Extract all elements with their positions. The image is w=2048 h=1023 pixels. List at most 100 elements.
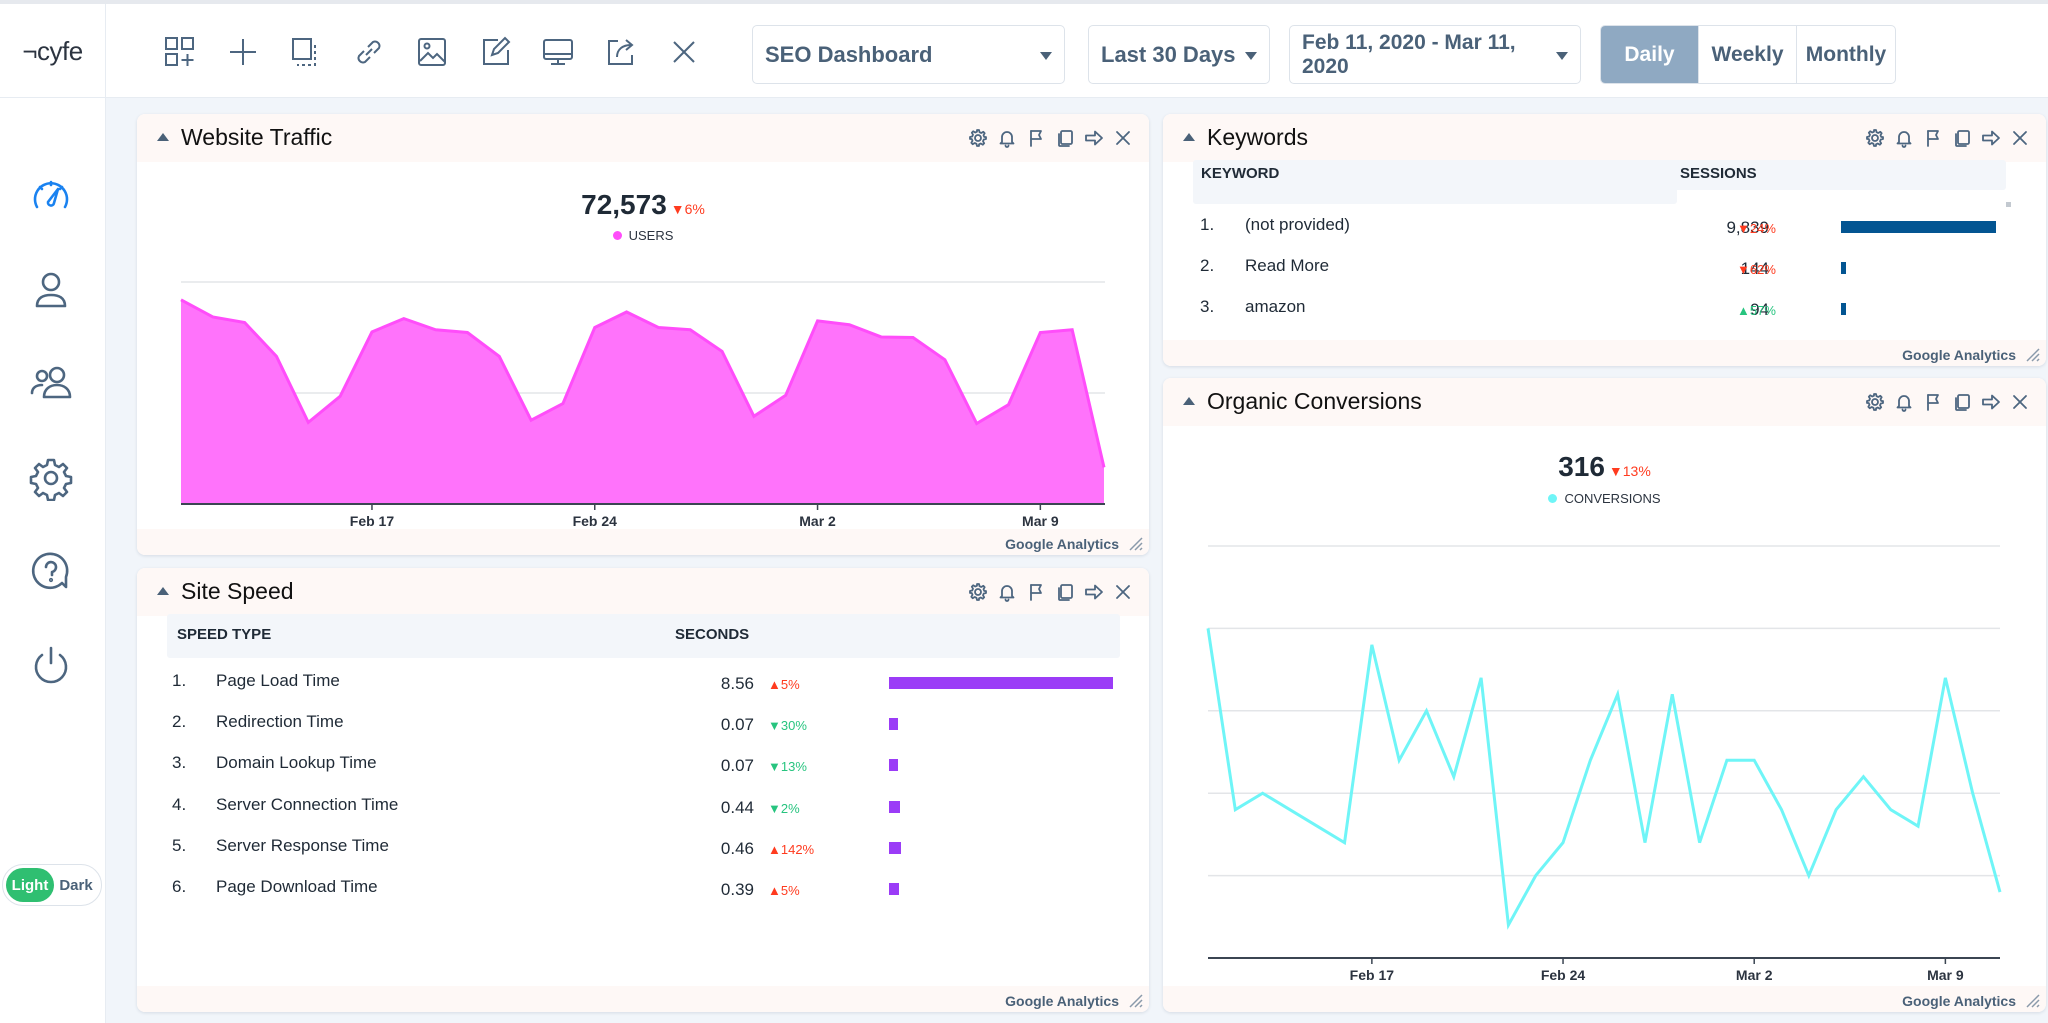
user-icon[interactable] xyxy=(24,263,78,317)
bell-icon[interactable] xyxy=(1892,126,1916,150)
export-icon[interactable] xyxy=(589,30,652,74)
row-value: 0.39 xyxy=(720,880,754,899)
copy-icon[interactable] xyxy=(1950,126,1974,150)
widget-footer: Google Analytics xyxy=(137,986,1149,1012)
resize-handle-icon[interactable] xyxy=(2024,992,2040,1008)
row-index: 3. xyxy=(172,753,187,773)
column-header-speed-type[interactable]: SPEED TYPE xyxy=(177,626,271,643)
collapse-icon[interactable] xyxy=(1183,133,1195,141)
flag-icon[interactable] xyxy=(1921,126,1945,150)
image-icon[interactable] xyxy=(400,30,463,74)
table-row[interactable]: 4. Server Connection Time 0.44 ▼2% xyxy=(137,795,1149,835)
flag-icon[interactable] xyxy=(1024,580,1048,604)
table-row[interactable]: 2. Redirection Time 0.07 ▼30% xyxy=(137,712,1149,752)
row-bar xyxy=(889,759,898,772)
resize-handle-icon[interactable] xyxy=(1127,535,1143,551)
x-tick-label: Mar 9 xyxy=(1927,967,1964,983)
close-icon[interactable] xyxy=(2008,126,2032,150)
row-name: Page Load Time xyxy=(216,671,340,690)
dashboard-gauge-icon[interactable] xyxy=(24,170,78,224)
x-tick-label: Mar 9 xyxy=(1022,513,1059,529)
cyfe-logo[interactable]: ¬cyfe xyxy=(0,4,106,98)
top-bar: ¬cyfe SEO Dashboard Last 30 Days Feb 11,… xyxy=(0,0,2048,98)
row-change: ▲5% xyxy=(768,677,800,692)
table-row[interactable]: 3. amazon 94 ▲57% xyxy=(1163,297,2046,337)
table-row[interactable]: 6. Page Download Time 0.39 ▲5% xyxy=(137,877,1149,917)
link-icon[interactable] xyxy=(337,30,400,74)
date-picker-value: Feb 11, 2020 - Mar 11, 2020 xyxy=(1302,30,1516,78)
widget-header: Site Speed xyxy=(137,568,1149,616)
table-row[interactable]: 2. Read More 144 ▼62% xyxy=(1163,256,2046,296)
row-index: 2. xyxy=(172,712,187,732)
row-bar xyxy=(1841,303,1846,315)
column-header-keyword[interactable]: KEYWORD xyxy=(1201,165,1279,182)
collapse-icon[interactable] xyxy=(157,587,169,595)
bell-icon[interactable] xyxy=(995,580,1019,604)
row-change: ▲57% xyxy=(1737,303,1776,318)
column-header-seconds[interactable]: SECONDS xyxy=(675,626,749,643)
row-bar xyxy=(889,883,900,895)
row-name: amazon xyxy=(1245,297,1306,316)
traffic-area-chart: Feb 17 Feb 24 Mar 2 Mar 9 xyxy=(180,281,1106,529)
add-widget-icon[interactable] xyxy=(148,30,211,74)
resize-handle-icon[interactable] xyxy=(1127,992,1143,1008)
x-tick-label: Mar 2 xyxy=(799,513,836,529)
date-range-select[interactable]: Last 30 Days xyxy=(1088,25,1270,84)
daily-button[interactable]: Daily xyxy=(1601,26,1699,83)
close-icon[interactable] xyxy=(1111,580,1135,604)
table-row[interactable]: 1. Page Load Time 8.56 ▲5% xyxy=(137,671,1149,711)
power-icon[interactable] xyxy=(24,639,78,693)
settings-gear-icon[interactable] xyxy=(966,580,990,604)
weekly-button[interactable]: Weekly xyxy=(1699,26,1797,83)
help-chat-icon[interactable] xyxy=(24,545,78,599)
resize-handle-icon[interactable] xyxy=(2024,346,2040,362)
row-bar xyxy=(889,841,902,854)
plus-icon[interactable] xyxy=(211,30,274,74)
users-icon[interactable] xyxy=(24,357,78,411)
data-source-label[interactable]: Google Analytics xyxy=(1902,347,2016,363)
row-name: Server Response Time xyxy=(216,835,389,855)
row-name: (not provided) xyxy=(1245,215,1350,234)
data-source-label[interactable]: Google Analytics xyxy=(1005,536,1119,552)
copy-icon[interactable] xyxy=(1053,580,1077,604)
table-row[interactable]: 5. Server Response Time 0.46 ▲142% xyxy=(137,836,1149,876)
row-index: 3. xyxy=(1200,297,1215,316)
data-source-label[interactable]: Google Analytics xyxy=(1902,993,2016,1009)
monthly-button[interactable]: Monthly xyxy=(1797,26,1895,83)
chevron-down-icon xyxy=(1040,52,1052,60)
row-bar xyxy=(889,800,901,813)
row-name: Server Connection Time xyxy=(216,794,399,814)
date-picker[interactable]: Feb 11, 2020 - Mar 11, 2020 xyxy=(1289,25,1581,84)
row-value: 0.44 xyxy=(720,797,754,817)
row-name: Read More xyxy=(1245,256,1330,275)
row-change: ▼62% xyxy=(1737,262,1776,277)
row-index: 1. xyxy=(1200,215,1215,234)
table-header: SPEED TYPE SECONDS xyxy=(167,614,1120,658)
dark-theme-button[interactable]: Dark xyxy=(54,868,98,902)
dashboard-select[interactable]: SEO Dashboard xyxy=(752,25,1065,84)
website-traffic-widget: Website Traffic 72,573 ▼6% USERS Feb 17 Fe… xyxy=(137,114,1149,555)
move-arrow-icon[interactable] xyxy=(1082,580,1106,604)
column-header-sessions[interactable]: SESSIONS xyxy=(1680,165,1757,182)
widget-footer: Google Analytics xyxy=(1163,986,2046,1012)
edit-icon[interactable] xyxy=(463,30,526,74)
date-range-value: Last 30 Days xyxy=(1101,41,1236,67)
x-tick-label: Feb 17 xyxy=(1350,967,1395,983)
series-line xyxy=(1206,628,2002,930)
widget-actions xyxy=(966,580,1135,604)
row-change: ▼24% xyxy=(1737,221,1776,236)
gear-icon[interactable] xyxy=(24,451,78,505)
row-bar xyxy=(889,677,1113,689)
clone-dashboard-icon[interactable] xyxy=(274,30,337,74)
close-icon[interactable] xyxy=(652,30,715,74)
light-theme-button[interactable]: Light xyxy=(6,868,54,902)
scrollbar-thumb[interactable] xyxy=(2006,202,2011,207)
row-index: 2. xyxy=(1200,256,1215,275)
row-change: ▼13% xyxy=(768,759,807,775)
settings-gear-icon[interactable] xyxy=(1863,126,1887,150)
tv-mode-icon[interactable] xyxy=(526,30,589,74)
table-row[interactable]: 1. (not provided) 9,839 ▼24% xyxy=(1163,215,2046,255)
move-arrow-icon[interactable] xyxy=(1979,126,2003,150)
table-row[interactable]: 3. Domain Lookup Time 0.07 ▼13% xyxy=(137,753,1149,793)
data-source-label[interactable]: Google Analytics xyxy=(1005,993,1119,1009)
